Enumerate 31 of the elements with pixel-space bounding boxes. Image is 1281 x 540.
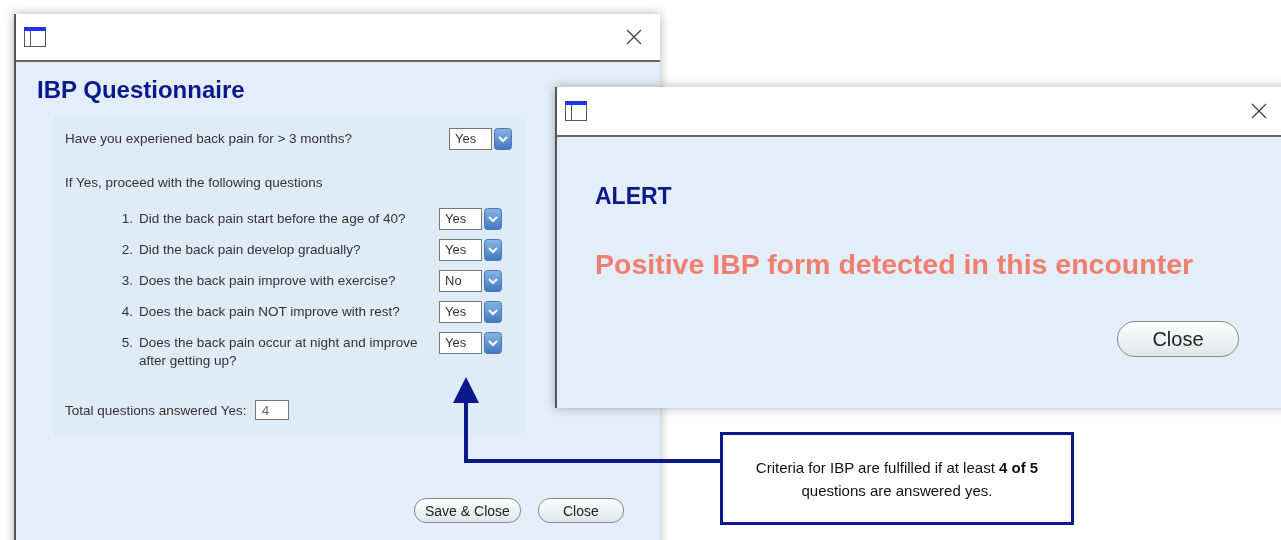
question-text: Have you experiened back pain for > 3 months? xyxy=(65,130,353,148)
total-label: Total questions answered Yes: xyxy=(65,402,247,418)
question-number: 5. xyxy=(120,334,134,352)
question-text: Does the back pain improve with exercise? xyxy=(139,272,397,290)
question-number: 3. xyxy=(120,272,134,290)
question-text: Did the back pain develop gradually? xyxy=(139,241,362,259)
chevron-down-icon[interactable] xyxy=(494,128,512,150)
question-text: Does the back pain NOT improve with rest? xyxy=(139,303,401,321)
close-button[interactable]: Close xyxy=(1117,321,1239,357)
chevron-down-icon[interactable] xyxy=(484,270,502,292)
instruction-text: If Yes, proceed with the following questions xyxy=(65,175,324,190)
question-text: Does the back pain occur at night and improve after getting up? xyxy=(139,334,419,370)
alert-heading: ALERT xyxy=(595,183,673,210)
question-number: 1. xyxy=(120,210,134,228)
form-title: IBP Questionnaire xyxy=(37,76,246,104)
question-number: 4. xyxy=(120,303,134,321)
close-icon[interactable] xyxy=(626,29,642,45)
chevron-down-icon[interactable] xyxy=(484,332,502,354)
window-icon xyxy=(24,27,46,47)
callout-text: Criteria for IBP are fulfilled if at least 4 of 5 questions are answered yes. xyxy=(754,457,1040,501)
total-field: 4 xyxy=(254,400,289,420)
alert-message: Positive IBP form detected in this encounter xyxy=(595,248,1195,281)
close-button[interactable]: Close xyxy=(537,498,624,523)
chevron-down-icon[interactable] xyxy=(484,301,502,323)
chevron-down-icon[interactable] xyxy=(484,208,502,230)
close-icon[interactable] xyxy=(1251,103,1267,119)
question-number: 2. xyxy=(120,241,134,259)
chevron-down-icon[interactable] xyxy=(484,239,502,261)
question-text: Did the back pain start before the age of 40? xyxy=(139,210,407,228)
window-icon xyxy=(565,101,587,121)
save-close-button[interactable]: Save & Close xyxy=(414,498,521,523)
